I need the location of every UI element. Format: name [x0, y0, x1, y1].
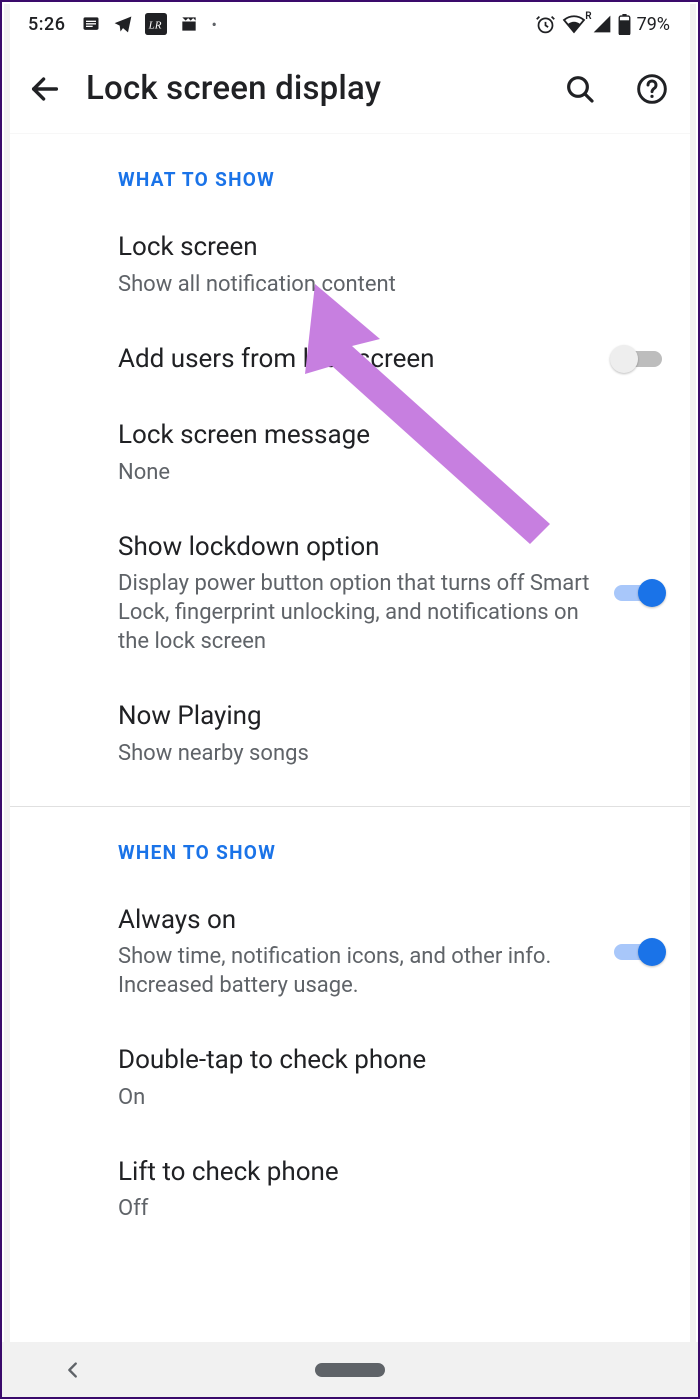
toggle-show-lockdown[interactable]: [610, 577, 666, 609]
row-title: Double-tap to check phone: [118, 1044, 666, 1077]
movie-icon: [179, 14, 199, 34]
wifi-icon: R: [562, 14, 586, 34]
row-double-tap[interactable]: Double-tap to check phone On: [10, 1022, 690, 1134]
lr-app-icon: LR: [145, 13, 167, 35]
row-add-users[interactable]: Add users from lock screen: [10, 321, 690, 398]
row-subtitle: On: [118, 1083, 666, 1112]
cell-signal-icon: [592, 14, 612, 34]
telegram-icon: [113, 14, 133, 34]
svg-text:LR: LR: [148, 20, 162, 32]
row-subtitle: None: [118, 458, 666, 487]
row-now-playing[interactable]: Now Playing Show nearby songs: [10, 678, 690, 790]
row-title: Lock screen: [118, 231, 666, 264]
roaming-badge: R: [585, 11, 591, 22]
search-icon[interactable]: [564, 73, 596, 105]
help-icon[interactable]: [636, 73, 668, 105]
app-bar: Lock screen display: [10, 44, 690, 134]
status-time: 5:26: [28, 14, 65, 35]
row-always-on[interactable]: Always on Show time, notification icons,…: [10, 882, 690, 1023]
battery-pct: 79%: [637, 14, 670, 35]
section-header-what-to-show: WHAT TO SHOW: [10, 134, 690, 209]
row-title: Always on: [118, 904, 590, 937]
page-title: Lock screen display: [86, 69, 540, 108]
nav-home-pill[interactable]: [315, 1363, 385, 1377]
row-lock-screen-message[interactable]: Lock screen message None: [10, 397, 690, 509]
alarm-icon: [535, 14, 556, 35]
nav-back-icon[interactable]: [62, 1359, 84, 1381]
row-show-lockdown[interactable]: Show lockdown option Display power butto…: [10, 509, 690, 679]
row-title: Lock screen message: [118, 419, 666, 452]
battery-icon: [618, 14, 631, 35]
more-dot-icon: •: [211, 15, 216, 34]
back-icon[interactable]: [28, 72, 62, 106]
row-subtitle: Show nearby songs: [118, 739, 666, 768]
message-icon: [81, 14, 101, 34]
system-nav-bar: [2, 1342, 698, 1397]
row-title: Now Playing: [118, 700, 666, 733]
row-lift-to-check[interactable]: Lift to check phone Off: [10, 1134, 690, 1246]
row-subtitle: Display power button option that turns o…: [118, 569, 590, 656]
row-lock-screen[interactable]: Lock screen Show all notification conten…: [10, 209, 690, 321]
toggle-add-users[interactable]: [610, 343, 666, 375]
row-subtitle: Show all notification content: [118, 270, 666, 299]
row-subtitle: Off: [118, 1194, 666, 1223]
row-title: Lift to check phone: [118, 1156, 666, 1189]
toggle-always-on[interactable]: [610, 936, 666, 968]
row-subtitle: Show time, notification icons, and other…: [118, 942, 590, 1000]
section-header-when-to-show: WHEN TO SHOW: [10, 807, 690, 882]
row-title: Show lockdown option: [118, 531, 590, 564]
row-title: Add users from lock screen: [118, 343, 590, 376]
status-bar: 5:26 LR •: [10, 4, 690, 44]
